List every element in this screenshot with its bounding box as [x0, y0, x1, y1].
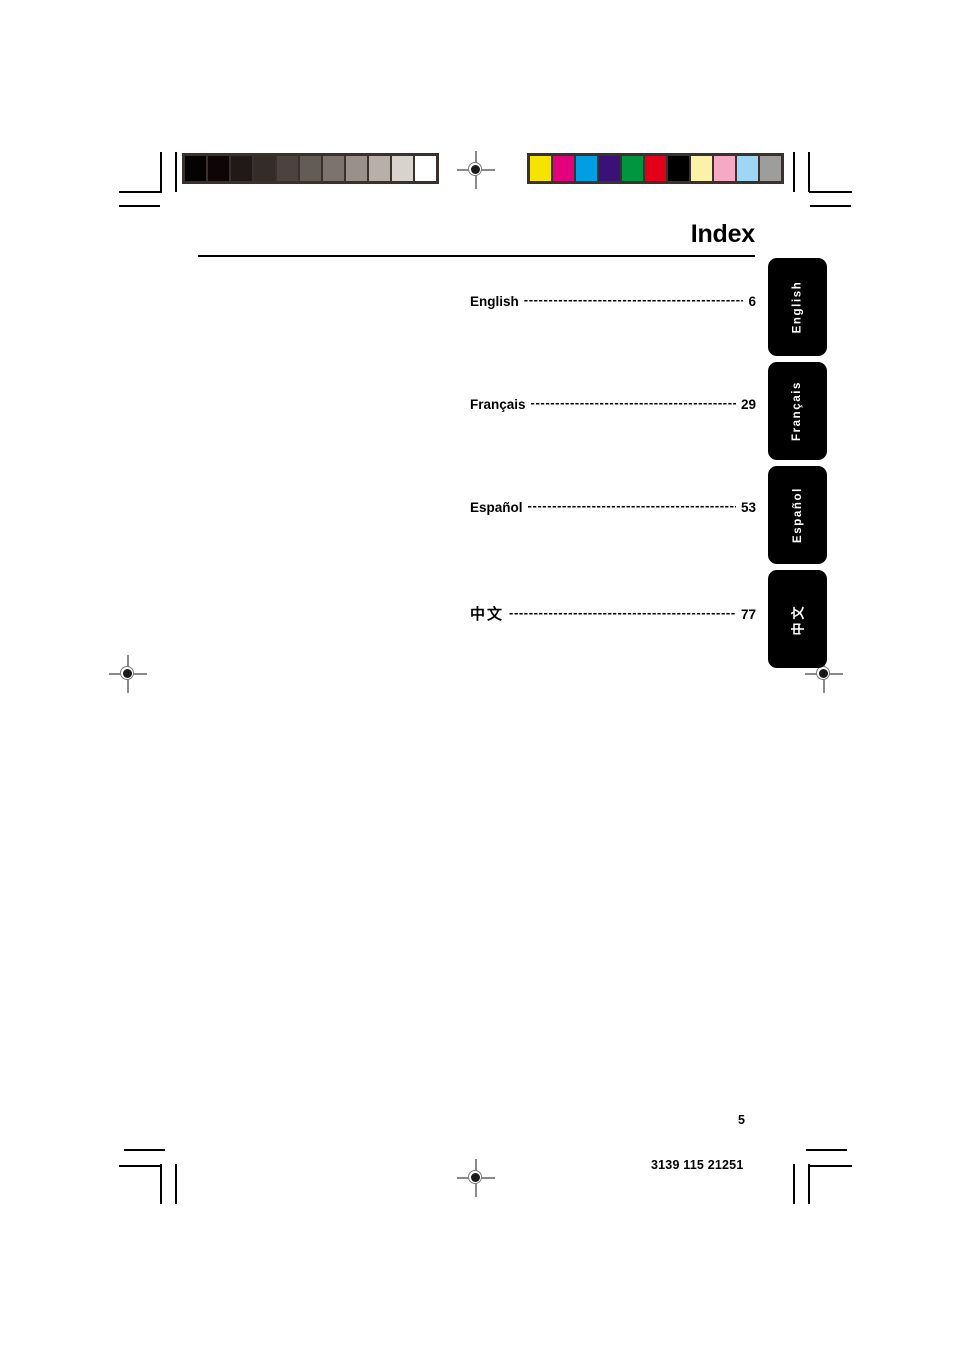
registration-dot — [123, 669, 132, 678]
color-patch — [714, 156, 735, 181]
grayscale-patch — [231, 156, 252, 181]
grayscale-patch — [254, 156, 275, 181]
color-patch — [530, 156, 551, 181]
side-tab-francais[interactable]: Français — [768, 362, 827, 460]
crop-mark-bottom-right-outer-horizontal — [806, 1149, 847, 1151]
color-patch — [553, 156, 574, 181]
crop-mark-bottom-right-outer-vertical — [793, 1164, 795, 1204]
printed-page: Index English ---------------------------… — [0, 0, 954, 1351]
color-patch — [737, 156, 758, 181]
grayscale-patch — [346, 156, 367, 181]
index-entry[interactable]: 中文 --------------------------------------… — [470, 603, 756, 706]
index-entry-leader: ----------------------------------------… — [509, 605, 736, 620]
color-patch — [599, 156, 620, 181]
crop-mark-top-right-outer-horizontal — [810, 205, 851, 207]
index-entry-page-number: 6 — [748, 294, 756, 309]
index-entry-page-number: 77 — [740, 607, 756, 622]
side-tab-chinese[interactable]: 中文 — [768, 570, 827, 668]
grayscale-step-wedge — [182, 153, 439, 184]
grayscale-patch — [185, 156, 206, 181]
grayscale-patch — [392, 156, 413, 181]
grayscale-patch — [208, 156, 229, 181]
index-entry-line: Français --------------------------------… — [470, 395, 756, 412]
grayscale-patch — [323, 156, 344, 181]
crop-mark-top-right-inner-horizontal — [809, 191, 852, 193]
index-entry-list: English ---------------------------------… — [470, 292, 756, 706]
index-entry-language: Français — [470, 397, 526, 412]
index-entry-leader: ----------------------------------------… — [523, 292, 744, 307]
index-entry-line: English ---------------------------------… — [470, 292, 756, 309]
grayscale-patch — [369, 156, 390, 181]
registration-dot — [471, 165, 480, 174]
title-divider-rule — [198, 255, 755, 258]
color-patch — [576, 156, 597, 181]
crop-mark-bottom-right-inner-horizontal — [809, 1165, 852, 1167]
crop-mark-bottom-left-inner-horizontal — [119, 1165, 162, 1167]
color-patch — [645, 156, 666, 181]
grayscale-patch — [277, 156, 298, 181]
color-patch — [760, 156, 781, 181]
index-entry-language: English — [470, 294, 519, 309]
page-title: Index — [690, 220, 755, 248]
crop-mark-top-left-outer-horizontal — [119, 205, 160, 207]
registration-mark-top-center — [457, 151, 495, 189]
color-patch — [668, 156, 689, 181]
process-color-bar — [527, 153, 784, 184]
index-entry-language: 中文 — [470, 606, 505, 623]
index-entry-language: Español — [470, 500, 523, 515]
index-entry[interactable]: Español ---------------------------------… — [470, 498, 756, 603]
crop-mark-bottom-left-outer-vertical — [175, 1164, 177, 1204]
side-tab-label: Español — [791, 487, 804, 543]
page-number: 5 — [738, 1113, 745, 1127]
crop-mark-top-right-outer-vertical — [793, 152, 795, 192]
crop-mark-top-right-inner-vertical — [808, 152, 810, 192]
grayscale-patch — [300, 156, 321, 181]
index-entry-line: 中文 --------------------------------------… — [470, 603, 756, 624]
crop-mark-top-left-inner-horizontal — [119, 191, 162, 193]
crop-mark-top-left-inner-vertical — [160, 152, 162, 192]
index-entry[interactable]: Français --------------------------------… — [470, 395, 756, 500]
part-number: 3139 115 21251 — [651, 1158, 744, 1172]
index-entry[interactable]: English ---------------------------------… — [470, 292, 756, 397]
registration-mark-bottom-center — [457, 1159, 495, 1197]
index-entry-leader: ----------------------------------------… — [527, 498, 736, 513]
registration-dot — [471, 1173, 480, 1182]
index-entry-page-number: 53 — [740, 500, 756, 515]
registration-mark-left-middle — [109, 655, 147, 693]
crop-mark-bottom-left-inner-vertical — [160, 1164, 162, 1204]
side-tab-label: Français — [791, 380, 804, 442]
side-tab-label: 中文 — [790, 602, 806, 636]
crop-mark-bottom-left-outer-horizontal — [124, 1149, 165, 1151]
crop-mark-bottom-right-inner-vertical — [808, 1164, 810, 1204]
index-entry-page-number: 29 — [740, 397, 756, 412]
index-entry-leader: ----------------------------------------… — [530, 395, 736, 410]
registration-dot — [819, 669, 828, 678]
index-entry-line: Español ---------------------------------… — [470, 498, 756, 515]
side-tab-label: English — [791, 280, 804, 334]
side-tab-english[interactable]: English — [768, 258, 827, 356]
color-patch — [691, 156, 712, 181]
side-tab-espanol[interactable]: Español — [768, 466, 827, 564]
grayscale-patch — [415, 156, 436, 181]
crop-mark-top-left-outer-vertical — [175, 152, 177, 192]
color-patch — [622, 156, 643, 181]
